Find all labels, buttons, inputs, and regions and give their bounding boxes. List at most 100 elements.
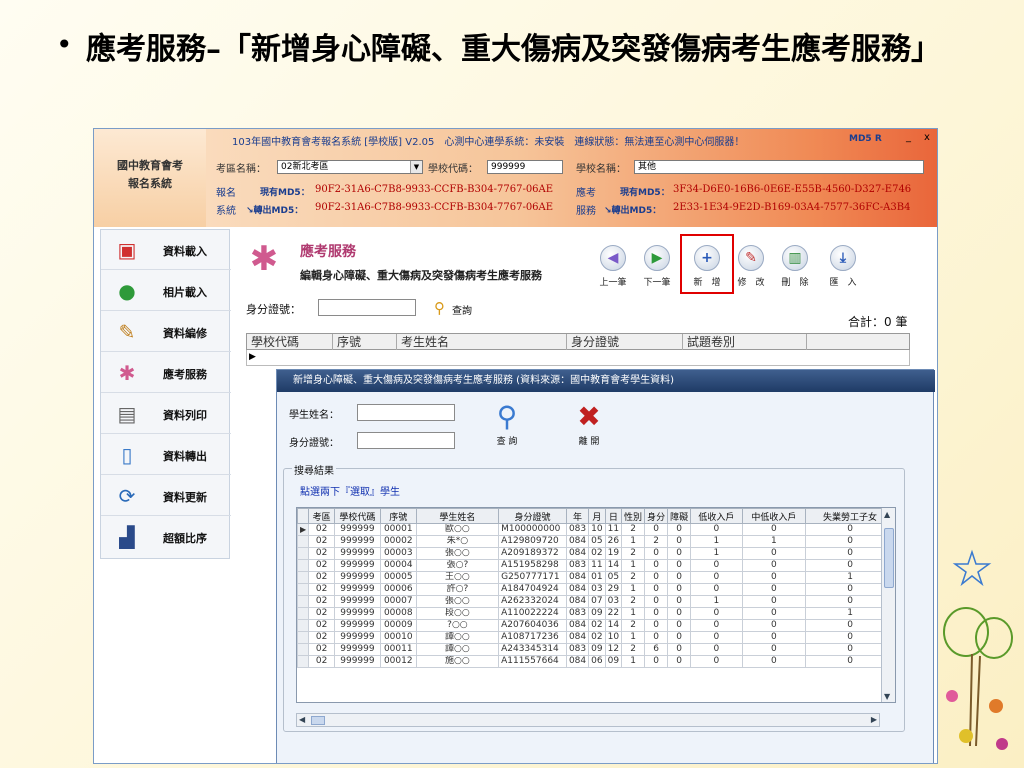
table-cell: 1 [621, 535, 646, 548]
svc-label1: 應考 [576, 188, 596, 199]
column-header[interactable]: 身分 [644, 508, 669, 524]
search-button[interactable]: 查詢 [452, 302, 472, 317]
chevron-right-icon[interactable]: ▶ [871, 715, 877, 724]
sidebar-item-label: 資料載入 [163, 245, 207, 258]
table-row[interactable]: 02 999999 00002 朱*○ A129809720 084 05 26 1 2 0 1 1 0 [297, 535, 895, 548]
column-header[interactable]: 日 [604, 508, 623, 524]
grid-header-cell[interactable]: 試題卷別 [683, 334, 807, 350]
query-label: 查 詢 [496, 437, 518, 447]
grid-header-cell[interactable]: 身分證號 [567, 334, 683, 350]
search-icon[interactable]: ⚲ [434, 299, 445, 317]
next-button[interactable]: ▶ 下一筆 [640, 245, 674, 289]
chevron-up-icon[interactable]: ▲ [884, 510, 890, 519]
column-header[interactable]: 身分證號 [498, 508, 567, 524]
leave-button[interactable]: ✖ 離 開 [567, 400, 611, 447]
column-header[interactable]: 年 [565, 508, 590, 524]
table-row[interactable]: 02 999999 00008 段○○ A110022224 083 09 22 1 0 0 0 0 1 [297, 607, 895, 620]
student-name-input[interactable] [357, 404, 455, 421]
table-cell: 0 [690, 523, 743, 536]
table-cell: 999999 [334, 619, 381, 632]
column-header[interactable]: 低收入戶 [690, 508, 743, 524]
row-selector[interactable] [297, 559, 310, 572]
horizontal-scrollbar[interactable]: ◀ ▶ [296, 713, 880, 727]
table-row[interactable]: 02 999999 00007 張○○ A262332024 084 07 03 2 0 0 1 0 0 [297, 595, 895, 608]
edit-button[interactable]: ✎ 修 改 [734, 245, 768, 289]
table-cell: 0 [644, 607, 669, 620]
table-row[interactable]: ▶ 02 999999 00001 歐○○ M100000000 083 10 11 2 0 0 0 0 0 [297, 523, 895, 536]
school-name-field[interactable]: 其他 [634, 160, 924, 174]
delete-button[interactable]: ▥ 刪 除 [778, 245, 812, 289]
column-header[interactable]: 學生姓名 [415, 508, 500, 524]
sidebar-item-photo-load[interactable]: ● 相片載入 [101, 271, 231, 311]
row-selector[interactable] [297, 643, 310, 656]
sidebar-item-print[interactable]: ▤ 資料列印 [101, 394, 231, 434]
student-id-input[interactable] [357, 432, 455, 449]
table-row[interactable]: 02 999999 00012 施○○ A111557664 084 06 09 1 0 0 0 0 0 [297, 655, 895, 668]
table-row[interactable]: 02 999999 00003 張○○ A209189372 084 02 19 2 0 0 1 0 0 [297, 547, 895, 560]
sidebar-item-export[interactable]: ▯ 資料轉出 [101, 435, 231, 475]
sidebar-item-update[interactable]: ⟳ 資料更新 [101, 476, 231, 516]
import-icon: ⤓ [830, 245, 856, 271]
column-header[interactable]: 性別 [621, 508, 646, 524]
table-cell: 0 [741, 583, 807, 596]
table-cell: A207604036 [498, 619, 567, 632]
table-cell: 083 [565, 559, 590, 572]
chevron-down-icon[interactable]: ▼ [410, 161, 422, 173]
chevron-down-icon[interactable]: ▼ [884, 692, 890, 701]
row-selector[interactable]: ▶ [297, 523, 310, 536]
grid-header-cell[interactable]: 序號 [333, 334, 397, 350]
sidebar-item-exam-service[interactable]: ✱ 應考服務 [101, 353, 231, 393]
school-code-field[interactable]: 999999 [487, 160, 563, 174]
grid-header-cell[interactable]: 學校代碼 [247, 334, 333, 350]
table-row[interactable]: 02 999999 00004 張○? A151958298 083 11 14 1 0 0 0 0 0 [297, 559, 895, 572]
table-row[interactable]: 02 999999 00009 ?○○ A207604036 084 02 14 2 0 0 0 0 0 [297, 619, 895, 632]
row-selector[interactable] [297, 583, 310, 596]
table-cell: 1 [621, 583, 646, 596]
column-header[interactable]: 月 [588, 508, 606, 524]
column-header[interactable]: 學校代碼 [334, 508, 381, 524]
row-selector[interactable] [297, 655, 310, 668]
id-filter-input[interactable] [318, 299, 416, 316]
table-cell: 2 [621, 523, 646, 536]
query-button[interactable]: ⚲ 查 詢 [485, 400, 529, 447]
sidebar-item-ranking[interactable]: ▟ 超額比序 [101, 517, 231, 557]
slide-bullet: • [56, 28, 73, 61]
vertical-scrollbar[interactable]: ▲ ▼ [881, 508, 895, 702]
row-selector[interactable] [297, 631, 310, 644]
prev-button[interactable]: ◀ 上一筆 [596, 245, 630, 289]
column-header[interactable]: 障礙 [667, 508, 692, 524]
id-filter-label: 身分證號： [246, 303, 301, 316]
close-button[interactable]: x [924, 132, 930, 143]
reg-export-md5-key: ↘轉出MD5： [246, 206, 304, 216]
row-selector[interactable] [297, 595, 310, 608]
column-header[interactable]: 考區 [308, 508, 336, 524]
sidebar-item-data-load[interactable]: ▣ 資料載入 [101, 230, 231, 270]
table-cell: 00006 [379, 583, 417, 596]
minimize-button[interactable]: _ [906, 132, 911, 143]
table-cell: 02 [308, 643, 336, 656]
table-row[interactable]: 02 999999 00011 譚○○ A243345314 083 09 12 2 6 0 0 0 0 [297, 643, 895, 656]
table-cell: 0 [644, 655, 669, 668]
import-button[interactable]: ⤓ 匯 入 [826, 245, 860, 289]
table-cell: 02 [308, 535, 336, 548]
scroll-thumb[interactable] [884, 528, 894, 588]
grid-header-cell[interactable]: 考生姓名 [397, 334, 567, 350]
sidebar-item-data-edit[interactable]: ✎ 資料編修 [101, 312, 231, 352]
chevron-left-icon[interactable]: ◀ [299, 715, 305, 724]
column-header[interactable]: 序號 [379, 508, 417, 524]
row-selector[interactable] [297, 547, 310, 560]
column-header[interactable]: 中低收入戶 [741, 508, 807, 524]
table-row[interactable]: 02 999999 00010 譚○○ A108717236 084 02 10 1 0 0 0 0 0 [297, 631, 895, 644]
row-selector[interactable] [297, 535, 310, 548]
row-selector[interactable] [297, 607, 310, 620]
scroll-thumb[interactable] [311, 716, 325, 725]
exam-area-select[interactable]: 02新北考區 ▼ [277, 160, 423, 174]
row-selector[interactable] [297, 571, 310, 584]
table-cell: 999999 [334, 523, 381, 536]
table-row[interactable]: ▶ [246, 350, 910, 366]
table-row[interactable]: 02 999999 00006 許○? A184704924 084 03 29 1 0 0 0 0 0 [297, 583, 895, 596]
table-cell: 00010 [379, 631, 417, 644]
table-row[interactable]: 02 999999 00005 王○○ G250777171 084 01 05 2 0 0 0 0 1 [297, 571, 895, 584]
row-selector[interactable] [297, 619, 310, 632]
table-cell: 0 [644, 619, 669, 632]
